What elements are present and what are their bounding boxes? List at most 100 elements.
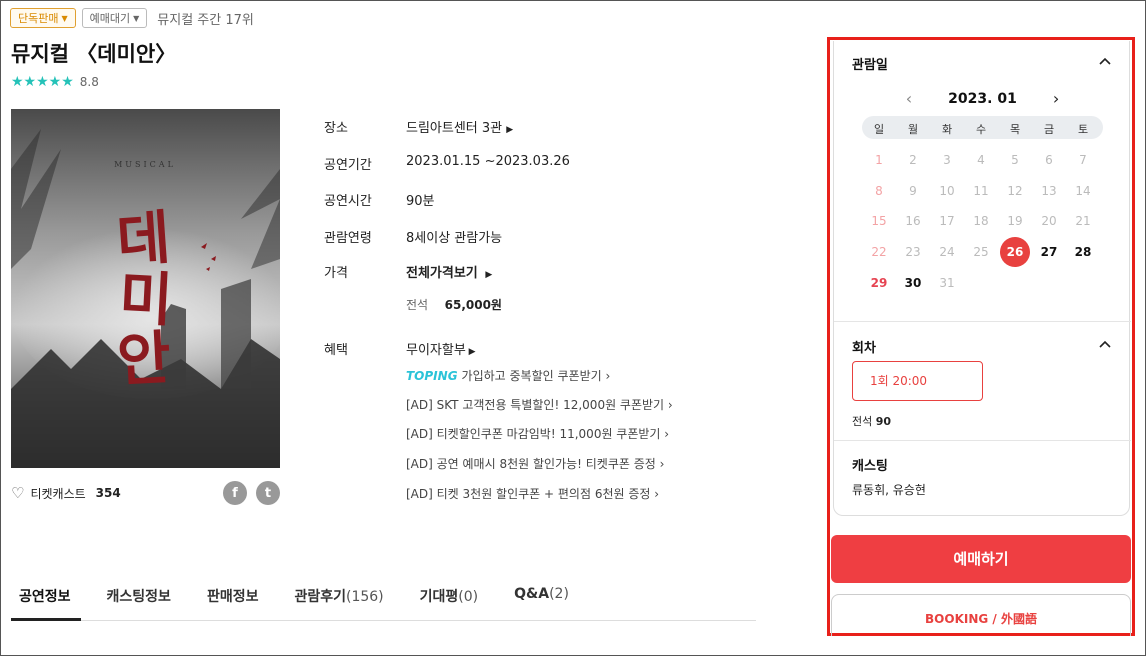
exclusive-tag[interactable]: 단독판매 ▼ (10, 8, 76, 28)
calendar-day: 5 (1011, 153, 1019, 167)
tab-reviews[interactable]: 관람후기(156) (294, 578, 383, 621)
benefit-convenience-text: [AD] 티켓 3천원 할인쿠폰 + 편의점 6천원 증정 (406, 487, 651, 501)
tab-sales-info[interactable]: 판매정보 (207, 578, 259, 621)
age-value: 8세이상 관람가능 (406, 231, 503, 246)
caret-down-icon: ▼ (61, 13, 68, 23)
calendar-day: 31 (939, 276, 955, 290)
tab-label: Q&A (514, 586, 550, 602)
rating: ★★★★★ 8.8 (11, 74, 99, 90)
calendar-day: 7 (1079, 153, 1087, 167)
round-seat-count: 90 (875, 415, 892, 428)
facebook-icon[interactable]: f (223, 481, 247, 505)
benefit-toping[interactable]: TOPING 가입하고 중복할인 쿠폰받기 › (406, 367, 610, 384)
like-row[interactable]: ♡ 티켓캐스트 354 (11, 484, 121, 502)
next-month-icon[interactable]: › (1053, 89, 1059, 108)
calendar-day: 18 (973, 214, 989, 228)
calendar-day: 3 (943, 153, 951, 167)
calendar-day: 20 (1041, 214, 1057, 228)
price-all-text: 전체가격보기 (406, 266, 478, 281)
runtime-value: 90분 (406, 194, 435, 209)
tab-label: 공연정보 (19, 589, 71, 605)
calendar-day[interactable]: 29 (864, 268, 894, 298)
benefit-skt[interactable]: [AD] SKT 고객전용 특별할인! 12,000원 쿠폰받기 › (406, 396, 673, 413)
calendar-day: 4 (977, 153, 985, 167)
calendar-day[interactable]: 28 (1068, 237, 1098, 267)
chevron-up-icon[interactable] (1099, 339, 1111, 351)
waiting-tag-label: 예매대기 (89, 12, 131, 25)
calendar-day[interactable]: 27 (1034, 237, 1064, 267)
month-nav: ‹ 2023. 01 › (834, 89, 1131, 108)
round-seat-label: 전석 (852, 415, 873, 428)
heart-icon[interactable]: ♡ (11, 484, 24, 502)
rating-score: 8.8 (79, 75, 99, 89)
age-label: 관람연령 (324, 231, 372, 246)
calendar-day: 16 (905, 214, 921, 228)
tab-expectations[interactable]: 기대평(0) (420, 578, 478, 621)
twitter-icon[interactable]: t (256, 481, 280, 505)
tab-count: (156) (346, 589, 384, 605)
calendar-day: 15 (871, 214, 887, 228)
exclusive-tag-label: 단독판매 (18, 12, 59, 25)
tab-label: 기대평 (419, 589, 459, 605)
seat-price: 65,000원 (444, 298, 502, 312)
tag-row: 단독판매 ▼ 예매대기 ▼ 뮤지컬 주간 17위 (10, 8, 254, 28)
weekday-label: 목 (1009, 123, 1021, 136)
svg-text:안: 안 (116, 324, 173, 395)
price-all-link[interactable]: 전체가격보기 ▶ (406, 262, 492, 281)
prev-month-icon[interactable]: ‹ (906, 89, 912, 108)
benefit-discount[interactable]: [AD] 공연 예매시 8천원 할인가능! 티켓쿠폰 증정 › (406, 455, 664, 472)
detail-tabs: 공연정보 캐스팅정보 판매정보 관람후기(156) 기대평(0) Q&A(2) (11, 578, 756, 621)
casting-names: 류동휘, 유승현 (852, 483, 926, 497)
benefit-convenience[interactable]: [AD] 티켓 3천원 할인쿠폰 + 편의점 6천원 증정 › (406, 485, 659, 502)
period-value: 2023.01.15 ~2023.03.26 (406, 154, 570, 169)
venue-link[interactable]: 드림아트센터 3관 ▶ (406, 117, 513, 136)
weekday-label: 수 (975, 123, 987, 136)
calendar-day: 19 (1007, 214, 1023, 228)
calendar-day: 6 (1045, 153, 1053, 167)
chevron-up-icon[interactable] (1099, 56, 1111, 68)
calendar-day: 9 (909, 184, 917, 198)
waiting-tag[interactable]: 예매대기 ▼ (81, 8, 148, 28)
calendar-day: 24 (939, 245, 955, 259)
venue-label: 장소 (324, 121, 348, 136)
tab-count: (0) (458, 589, 479, 605)
caret-down-icon: ▼ (133, 13, 140, 23)
poster-musical-text: MUSICAL (114, 160, 176, 169)
calendar-day: 8 (875, 184, 883, 198)
divider (834, 440, 1131, 441)
like-count: 354 (95, 486, 121, 500)
benefit-discount-text: [AD] 공연 예매시 8천원 할인가능! 티켓쿠폰 증정 (406, 457, 656, 471)
tab-casting-info[interactable]: 캐스팅정보 (107, 578, 171, 621)
calendar-day[interactable]: 26 (1000, 237, 1030, 267)
calendar-day: 11 (973, 184, 989, 198)
tab-label: 판매정보 (206, 589, 259, 605)
calendar-month: 2023. 01 (948, 90, 1017, 107)
round-button[interactable]: 1회 20:00 (852, 361, 983, 401)
calendar-day: 2 (909, 153, 917, 167)
tab-qna[interactable]: Q&A(2) (514, 578, 569, 621)
booking-foreign-button[interactable]: BOOKING / 外國語 (831, 594, 1131, 636)
calendar-day: 23 (905, 245, 921, 259)
calendar-day: 21 (1075, 214, 1091, 228)
calendar-day: 10 (939, 184, 955, 198)
rating-stars-icon: ★★★★★ (11, 74, 74, 90)
tab-label: 캐스팅정보 (106, 589, 171, 605)
weekday-label: 금 (1043, 123, 1055, 136)
seat-type: 전석 (406, 298, 429, 312)
benefit-coupon-text: [AD] 티켓할인쿠폰 마감임박! 11,000원 쿠폰받기 (406, 427, 661, 441)
tab-performance-info[interactable]: 공연정보 (11, 578, 81, 621)
benefit-coupon[interactable]: [AD] 티켓할인쿠폰 마감임박! 11,000원 쿠폰받기 › (406, 425, 669, 442)
caret-right-icon: ▶ (506, 125, 514, 135)
caret-right-icon: ▶ (465, 347, 476, 357)
price-label: 가격 (324, 266, 348, 281)
poster-image: MUSICAL 데 미 안 (11, 109, 280, 468)
benefit-installment[interactable]: 무이자할부 ▶ (406, 339, 476, 358)
like-label: 티켓캐스트 (30, 486, 86, 501)
period-label: 공연기간 (324, 158, 372, 173)
calendar-day: 25 (973, 245, 989, 259)
divider (834, 321, 1131, 322)
calendar-day: 12 (1007, 184, 1023, 198)
benefit-toping-text: 가입하고 중복할인 쿠폰받기 (461, 369, 602, 383)
calendar-day[interactable]: 30 (898, 268, 928, 298)
book-button[interactable]: 예매하기 (831, 535, 1131, 583)
